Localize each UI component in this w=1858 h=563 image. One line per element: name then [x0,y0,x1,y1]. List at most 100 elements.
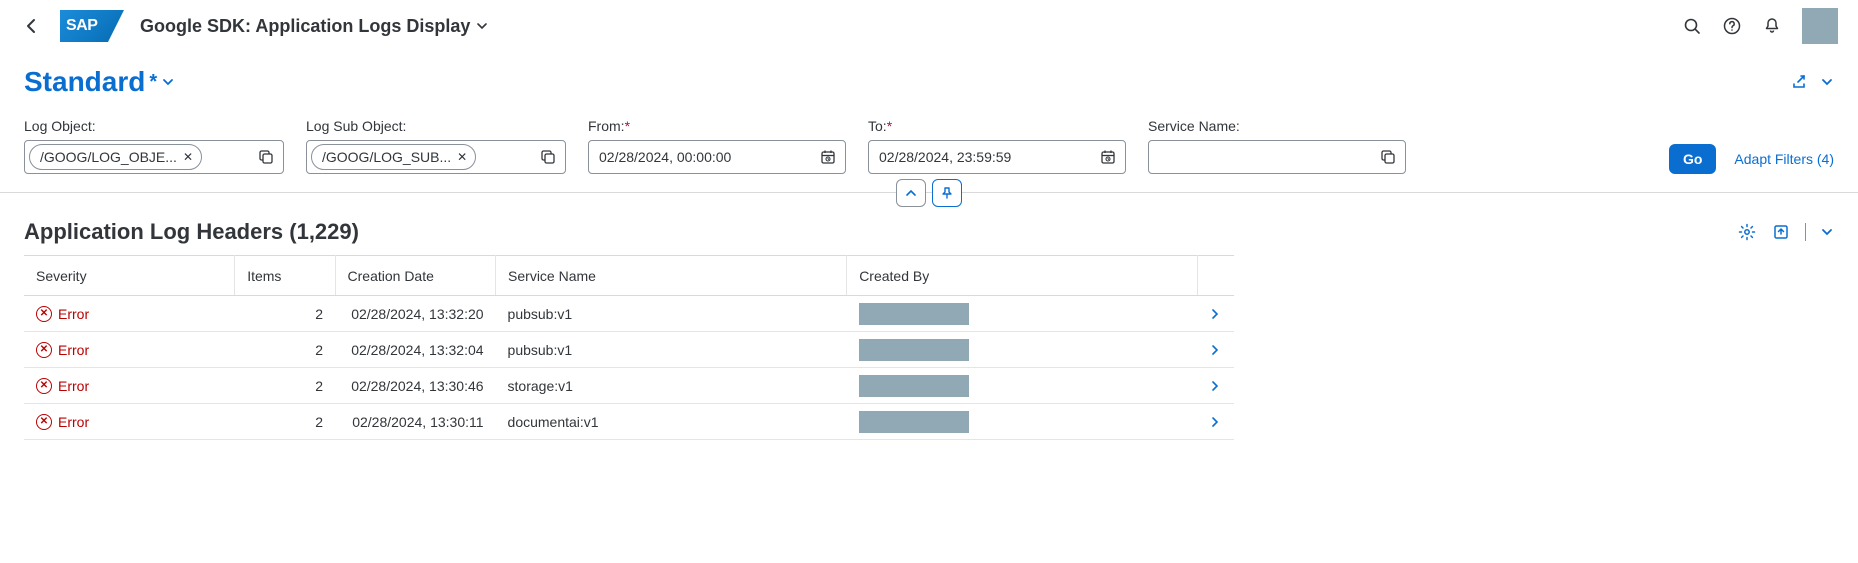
created-by-cell [847,296,1198,332]
items-cell: 2 [235,368,335,404]
service-name-cell: storage:v1 [496,368,847,404]
token-text: /GOOG/LOG_SUB... [322,149,451,165]
chevron-right-icon[interactable] [1210,381,1222,391]
gear-icon[interactable] [1737,222,1757,242]
close-icon[interactable]: ✕ [457,150,467,164]
divider [1805,223,1806,241]
search-icon[interactable] [1682,16,1702,36]
items-cell: 2 [235,332,335,368]
created-by-cell [847,332,1198,368]
table-row[interactable]: ✕ Error 202/28/2024, 13:30:46storage:v1 [24,368,1234,404]
col-header-service-name[interactable]: Service Name [496,256,847,296]
filter-label: Service Name: [1148,118,1406,134]
severity-cell: ✕Error [36,342,223,358]
service-name-cell: pubsub:v1 [496,296,847,332]
calendar-icon[interactable] [819,148,837,166]
created-by-redacted [859,411,969,433]
go-button[interactable]: Go [1669,144,1716,174]
chevron-down-icon [476,20,488,32]
variant-bar: Standard* [0,52,1858,108]
col-header-severity[interactable]: Severity [24,256,235,296]
col-header-items[interactable]: Items [235,256,335,296]
chevron-up-icon [905,187,917,199]
severity-text: Error [58,414,89,430]
created-by-cell [847,368,1198,404]
filter-log-object: Log Object: /GOOG/LOG_OBJE... ✕ [24,118,284,174]
variant-selector[interactable]: Standard* [24,66,175,98]
log-object-input[interactable]: /GOOG/LOG_OBJE... ✕ [24,140,284,174]
chevron-down-icon[interactable] [1820,75,1834,89]
log-sub-object-input[interactable]: /GOOG/LOG_SUB... ✕ [306,140,566,174]
help-icon[interactable] [1722,16,1742,36]
export-icon[interactable] [1771,222,1791,242]
col-header-nav [1198,256,1234,296]
creation-date-cell: 02/28/2024, 13:30:46 [335,368,496,404]
to-date-value: 02/28/2024, 23:59:59 [879,149,1011,165]
service-name-cell: pubsub:v1 [496,332,847,368]
filter-service-name: Service Name: [1148,118,1406,174]
log-headers-table: Severity Items Creation Date Service Nam… [24,255,1234,440]
share-icon[interactable] [1790,72,1810,92]
chevron-right-icon[interactable] [1210,309,1222,319]
creation-date-cell: 02/28/2024, 13:30:11 [335,404,496,440]
filter-label: Log Object: [24,118,284,134]
value-help-icon[interactable] [1379,148,1397,166]
app-title-text: Google SDK: Application Logs Display [140,16,470,37]
error-icon: ✕ [36,414,52,430]
filter-bar: Log Object: /GOOG/LOG_OBJE... ✕ Log Sub … [0,108,1858,193]
adapt-filters-link[interactable]: Adapt Filters (4) [1734,151,1834,167]
created-by-redacted [859,303,969,325]
close-icon[interactable]: ✕ [183,150,193,164]
created-by-cell [847,404,1198,440]
chevron-right-icon[interactable] [1210,417,1222,427]
table-title: Application Log Headers (1,229) [24,219,359,245]
to-date-input[interactable]: 02/28/2024, 23:59:59 [868,140,1126,174]
token-text: /GOOG/LOG_OBJE... [40,149,177,165]
filter-to: To:* 02/28/2024, 23:59:59 [868,118,1126,174]
sap-logo: SAP [60,10,124,42]
table-header: Application Log Headers (1,229) [24,219,1834,255]
created-by-redacted [859,375,969,397]
calendar-icon[interactable] [1099,148,1117,166]
notifications-icon[interactable] [1762,16,1782,36]
pin-filters-button[interactable] [932,179,962,207]
user-avatar[interactable] [1802,8,1838,44]
severity-text: Error [58,378,89,394]
severity-text: Error [58,306,89,322]
app-title-dropdown[interactable]: Google SDK: Application Logs Display [140,16,488,37]
created-by-redacted [859,339,969,361]
severity-cell: ✕ Error [36,414,223,430]
chevron-down-icon[interactable] [1820,225,1834,239]
items-cell: 2 [235,296,335,332]
col-header-creation-date[interactable]: Creation Date [335,256,496,296]
severity-cell: ✕ Error [36,378,223,394]
from-date-input[interactable]: 02/28/2024, 00:00:00 [588,140,846,174]
pin-icon [940,186,954,200]
variant-modified-marker: * [149,71,157,94]
value-help-icon[interactable] [257,148,275,166]
filter-from: From:* 02/28/2024, 00:00:00 [588,118,846,174]
back-button[interactable] [20,14,44,38]
error-icon: ✕ [36,306,52,322]
collapse-filters-button[interactable] [896,179,926,207]
table-row[interactable]: ✕Error202/28/2024, 13:32:20pubsub:v1 [24,296,1234,332]
severity-cell: ✕ Error [36,306,223,322]
service-name-input[interactable] [1148,140,1406,174]
shell-header: SAP Google SDK: Application Logs Display [0,0,1858,52]
error-icon: ✕ [36,342,52,358]
filter-token[interactable]: /GOOG/LOG_OBJE... ✕ [29,144,202,170]
table-section: Application Log Headers (1,229) Severity… [0,193,1858,440]
items-cell: 2 [235,404,335,440]
col-header-created-by[interactable]: Created By [847,256,1198,296]
chevron-right-icon[interactable] [1210,345,1222,355]
filter-log-sub-object: Log Sub Object: /GOOG/LOG_SUB... ✕ [306,118,566,174]
value-help-icon[interactable] [539,148,557,166]
variant-name: Standard [24,66,145,98]
table-row[interactable]: ✕Error 202/28/2024, 13:32:04pubsub:v1 [24,332,1234,368]
error-icon: ✕ [36,378,52,394]
filter-token[interactable]: /GOOG/LOG_SUB... ✕ [311,144,476,170]
service-name-cell: documentai:v1 [496,404,847,440]
table-row[interactable]: ✕ Error 202/28/2024, 13:30:11documentai:v1 [24,404,1234,440]
filter-label: To:* [868,118,1126,134]
creation-date-cell: 02/28/2024, 13:32:04 [335,332,496,368]
